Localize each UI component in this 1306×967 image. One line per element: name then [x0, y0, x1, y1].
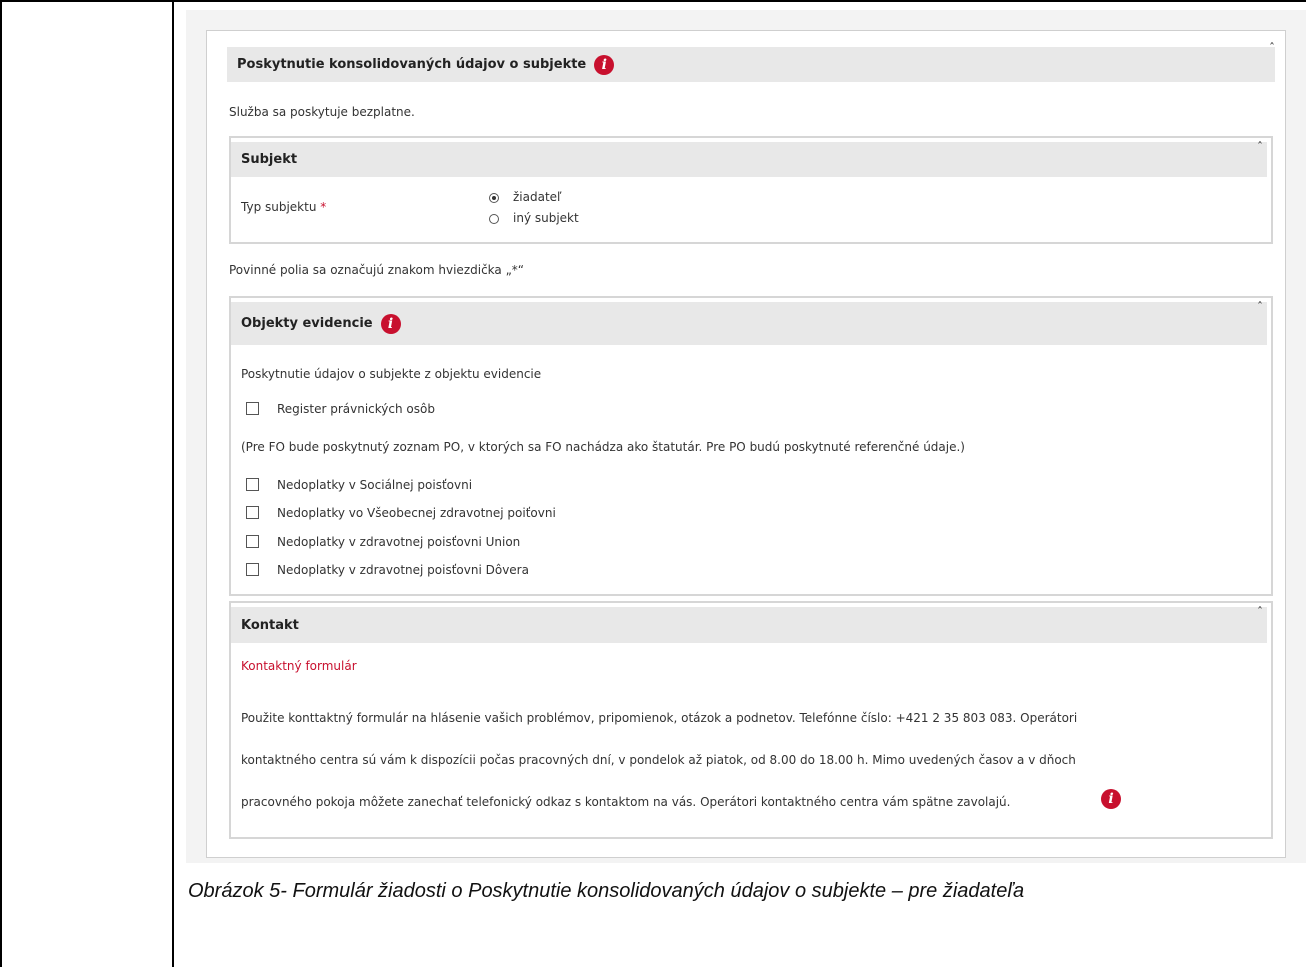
checkbox-dovera[interactable]: [246, 563, 259, 576]
kontakt-header[interactable]: Kontakt: [231, 607, 1267, 643]
subjekt-title: Subjekt: [241, 152, 298, 167]
chevron-up-icon[interactable]: ˆ: [1257, 140, 1263, 154]
checkbox-union-label: Nedoplatky v zdravotnej poisťovni Union: [277, 535, 521, 549]
info-icon[interactable]: i: [1101, 789, 1121, 809]
kontakt-title: Kontakt: [241, 617, 299, 633]
required-mark: *: [320, 200, 327, 214]
figure-caption: Obrázok 5- Formulár žiadosti o Poskytnut…: [188, 880, 1025, 902]
checkbox-dovera-label: Nedoplatky v zdravotnej poisťovni Dôvera: [277, 563, 529, 577]
subjekt-header[interactable]: Subjekt: [231, 142, 1267, 177]
chevron-up-icon[interactable]: ˆ: [1269, 41, 1275, 55]
field-label-text: Typ subjektu: [241, 200, 317, 214]
required-note: Povinné polia sa označujú znakom hviezdi…: [229, 263, 525, 277]
radio-ziadatel-label: žiadateľ: [513, 190, 562, 204]
kontakt-text-line-2: kontaktného centra sú vám k dispozícii p…: [241, 753, 1076, 767]
radio-iny-subjekt-label: iný subjekt: [513, 211, 579, 225]
main-form-panel: Poskytnutie konsolidovaných údajov o sub…: [206, 30, 1286, 858]
info-icon[interactable]: i: [594, 54, 615, 75]
checkbox-socialna-label: Nedoplatky v Sociálnej poisťovni: [277, 478, 473, 492]
page-title: Poskytnutie konsolidovaných údajov o sub…: [237, 57, 587, 72]
subjekt-section: Subjekt ˆ Typ subjektu * žiadateľ iný su…: [229, 136, 1273, 244]
typ-subjektu-label: Typ subjektu *: [241, 200, 326, 214]
objekty-header[interactable]: Objekty evidencie i: [231, 302, 1267, 345]
chevron-up-icon[interactable]: ˆ: [1257, 605, 1263, 619]
radio-iny-subjekt[interactable]: [489, 214, 499, 224]
fee-note: Služba sa poskytuje bezplatne.: [229, 105, 415, 119]
checkbox-socialna[interactable]: [246, 478, 259, 491]
checkbox-vszp[interactable]: [246, 506, 259, 519]
main-form-header[interactable]: Poskytnutie konsolidovaných údajov o sub…: [227, 47, 1275, 82]
kontakt-text-line-3: pracovného pokoja môžete zanechať telefo…: [241, 795, 1011, 809]
checkbox-vszp-label: Nedoplatky vo Všeobecnej zdravotnej poiť…: [277, 506, 556, 520]
objekty-section: Objekty evidencie i ˆ Poskytnutie údajov…: [229, 296, 1273, 596]
register-checkbox[interactable]: [246, 402, 259, 415]
objekty-intro: Poskytnutie údajov o subjekte z objektu …: [241, 367, 542, 381]
chevron-up-icon[interactable]: ˆ: [1257, 300, 1263, 314]
kontaktny-formular-link[interactable]: Kontaktný formulár: [241, 659, 357, 673]
radio-ziadatel[interactable]: [489, 193, 499, 203]
register-label: Register právnických osôb: [277, 402, 435, 416]
form-screenshot: Poskytnutie konsolidovaných údajov o sub…: [186, 10, 1306, 863]
kontakt-section: Kontakt ˆ Kontaktný formulár Použite kon…: [229, 601, 1273, 839]
kontakt-text-line-1: Použite konttaktný formulár na hlásenie …: [241, 711, 1078, 725]
register-note: (Pre FO bude poskytnutý zoznam PO, v kto…: [241, 440, 965, 454]
info-icon[interactable]: i: [380, 313, 401, 334]
checkbox-union[interactable]: [246, 535, 259, 548]
table-column-divider: [172, 0, 174, 967]
objekty-title: Objekty evidencie: [241, 316, 373, 331]
